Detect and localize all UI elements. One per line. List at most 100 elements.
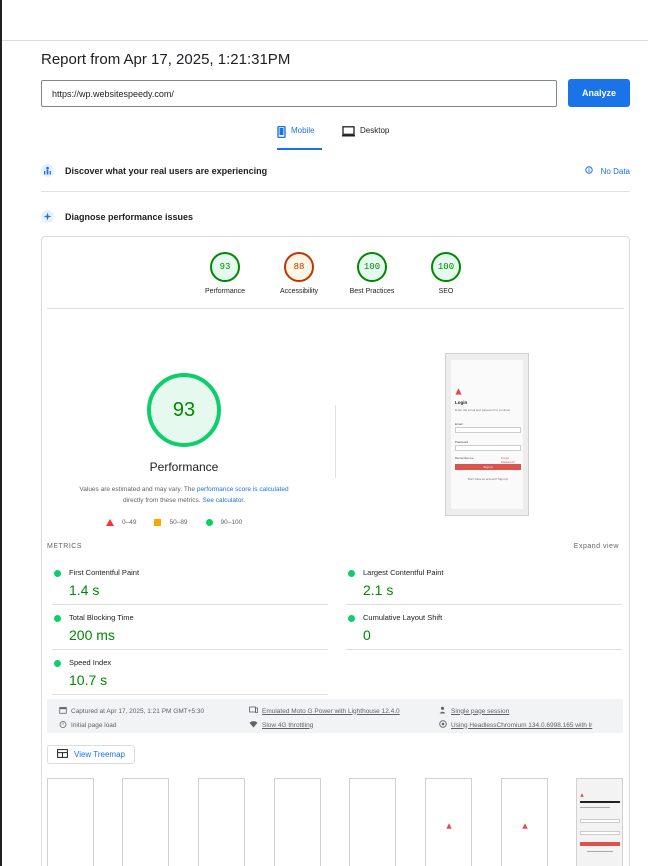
tab-desktop-label: Desktop — [360, 126, 390, 135]
diagnose-icon — [41, 210, 54, 223]
filmstrip-frame — [349, 778, 396, 866]
metric-name: First Contentful Paint — [69, 568, 140, 577]
captured-text: Captured at Apr 17, 2025, 1:21 PM GMT+5:… — [71, 707, 205, 715]
info-initial: Initial page load — [59, 720, 117, 730]
metric-tbt: Total Blocking Time 200 ms — [52, 608, 328, 650]
divider — [47, 308, 624, 309]
device-icon — [249, 706, 258, 716]
info-icon — [584, 166, 593, 176]
legend-average: 50–89 — [154, 519, 188, 526]
info-device[interactable]: Emulated Moto G Power with Lighthouse 12… — [249, 706, 400, 716]
category-seo[interactable]: 100 SEO — [410, 252, 482, 295]
score-gauge: 93 — [210, 252, 240, 282]
info-session[interactable]: Single page session — [439, 706, 509, 716]
filmstrip-frame — [576, 778, 623, 866]
preview-remember: Remember me — [455, 456, 474, 460]
metric-name: Largest Contentful Paint — [363, 568, 444, 577]
category-label: Performance — [204, 288, 246, 295]
category-performance[interactable]: 93 Performance — [189, 252, 261, 295]
tab-mobile-label: Mobile — [291, 126, 315, 135]
info-captured: Captured at Apr 17, 2025, 1:21 PM GMT+5:… — [59, 706, 204, 716]
logo-icon — [522, 823, 528, 829]
diagnose-section: Diagnose performance issues — [41, 210, 193, 223]
calendar-icon — [59, 706, 67, 716]
desktop-icon — [342, 126, 355, 139]
info-browser[interactable]: Using HeadlessChromium 134.0.6998.165 wi… — [439, 720, 621, 730]
view-treemap-button[interactable]: View Treemap — [47, 745, 135, 764]
metric-name: Total Blocking Time — [69, 613, 134, 622]
preview-signin-button: Sign in — [455, 464, 521, 470]
preview-password-label: Password — [455, 440, 469, 444]
pass-circle-icon — [348, 570, 355, 577]
logo-icon — [446, 823, 452, 829]
timer-icon — [59, 720, 67, 730]
category-label: SEO — [438, 288, 454, 295]
score-gauge: 100 — [431, 252, 461, 282]
legend-average-label: 50–89 — [169, 519, 188, 526]
note-text: directly from these metrics. — [122, 497, 203, 504]
vertical-divider — [335, 405, 336, 478]
expand-view-toggle[interactable]: Expand view — [574, 543, 619, 550]
runtime-info: Captured at Apr 17, 2025, 1:21 PM GMT+5:… — [47, 699, 623, 733]
url-input[interactable] — [41, 80, 557, 107]
metric-value: 2.1 s — [363, 582, 394, 598]
metrics-header: METRICS Expand view — [47, 543, 619, 550]
logo-icon — [580, 793, 584, 797]
preview-subtitle: Enter the email and password to continue — [455, 408, 511, 412]
session-text: Single page session — [451, 707, 510, 715]
legend-fail-label: 0–49 — [122, 519, 137, 526]
analyze-button[interactable]: Analyze — [568, 79, 630, 107]
legend-fail: 0–49 — [106, 519, 136, 526]
no-data-label: No Data — [600, 166, 630, 176]
metric-value: 1.4 s — [69, 582, 100, 598]
tab-mobile[interactable]: Mobile — [277, 125, 322, 150]
initial-text: Initial page load — [71, 721, 117, 729]
performance-note: Values are estimated and may vary. The p… — [55, 484, 313, 506]
tab-desktop[interactable]: Desktop — [342, 126, 389, 150]
filmstrip-frame — [274, 778, 321, 866]
pass-circle-icon — [348, 615, 355, 622]
preview-email-label: Email — [455, 422, 463, 426]
triangle-icon — [106, 519, 114, 526]
metric-name: Speed Index — [69, 658, 112, 667]
discover-section[interactable]: Discover what your real users are experi… — [41, 164, 630, 192]
no-data-link[interactable]: No Data — [584, 166, 630, 176]
see-calculator-link[interactable]: See calculator. — [202, 497, 245, 504]
pass-circle-icon — [54, 615, 61, 622]
category-best-practices[interactable]: 100 Best Practices — [336, 252, 408, 295]
preview-title: Login — [455, 400, 468, 405]
logo-icon — [455, 388, 462, 395]
score-gauge: 88 — [284, 252, 314, 282]
note-text: Values are estimated and may vary. The — [79, 486, 197, 493]
metric-fcp: First Contentful Paint 1.4 s — [52, 563, 328, 605]
pass-circle-icon — [54, 660, 61, 667]
preview-footer: Don't have an account? Sign Up — [467, 477, 509, 481]
treemap-label: View Treemap — [74, 750, 125, 759]
score-legend: 0–49 50–89 90–100 — [106, 519, 242, 526]
metric-name: Cumulative Layout Shift — [363, 613, 443, 622]
report-panel — [41, 236, 630, 866]
score-calculated-link[interactable]: performance score is calculated — [197, 486, 289, 493]
metric-cls: Cumulative Layout Shift 0 — [346, 608, 622, 650]
filmstrip-frame — [501, 778, 548, 866]
diagnose-text: Diagnose performance issues — [65, 211, 194, 222]
legend-pass: 90–100 — [205, 519, 242, 526]
screenshot-content: Login Enter the email and password to co… — [451, 360, 523, 509]
final-screenshot[interactable]: Login Enter the email and password to co… — [445, 353, 529, 516]
filmstrip-frame — [47, 778, 94, 866]
category-accessibility[interactable]: 88 Accessibility — [263, 252, 335, 295]
metric-value: 10.7 s — [69, 672, 108, 688]
filmstrip-frame — [122, 778, 169, 866]
treemap-icon — [57, 749, 68, 760]
category-label: Accessibility — [279, 288, 319, 295]
category-label: Best Practices — [349, 288, 395, 295]
discover-text: Discover what your real users are experi… — [65, 166, 268, 176]
report-title: Report from Apr 17, 2025, 1:21:31PM — [41, 51, 291, 68]
performance-score-gauge: 93 — [147, 373, 221, 447]
preview-email-field — [455, 427, 521, 433]
browser-text: Using HeadlessChromium 134.0.6998.165 wi… — [451, 721, 593, 729]
mobile-icon — [277, 125, 286, 140]
top-bar — [2, 0, 648, 41]
wifi-icon — [249, 720, 258, 730]
info-throttling[interactable]: Slow 4G throttling — [249, 720, 313, 730]
